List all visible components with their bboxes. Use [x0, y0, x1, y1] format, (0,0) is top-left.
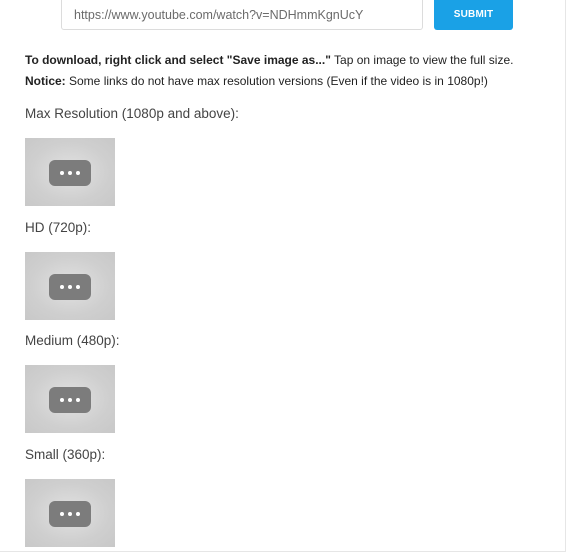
more-dots-icon — [49, 501, 91, 527]
thumbnail-small[interactable] — [25, 479, 115, 547]
notice-text: Some links do not have max resolution ve… — [65, 74, 488, 88]
youtube-url-input[interactable] — [61, 0, 423, 30]
section-title-hd: HD (720p): — [25, 220, 92, 235]
dot — [60, 285, 64, 289]
section-title-small: Small (360p): — [25, 447, 106, 462]
dot — [60, 171, 64, 175]
section-title-max-resolution: Max Resolution (1080p and above): — [25, 106, 239, 121]
instruction-bold: To download, right click and select "Sav… — [25, 53, 331, 67]
more-dots-icon — [49, 274, 91, 300]
submit-button[interactable]: SUBMIT — [434, 0, 513, 30]
dot — [60, 398, 64, 402]
thumbnail-max-resolution[interactable] — [25, 138, 115, 206]
dot — [68, 285, 72, 289]
thumbnail-medium[interactable] — [25, 365, 115, 433]
dot — [68, 512, 72, 516]
dot — [60, 512, 64, 516]
dot — [76, 285, 80, 289]
notice-label: Notice: — [25, 74, 66, 88]
more-dots-icon — [49, 387, 91, 413]
dot — [76, 171, 80, 175]
instruction-line-download: To download, right click and select "Sav… — [25, 50, 555, 71]
dot — [76, 512, 80, 516]
section-title-medium: Medium (480p): — [25, 333, 120, 348]
more-dots-icon — [49, 160, 91, 186]
dot — [76, 398, 80, 402]
instruction-text: Tap on image to view the full size. — [330, 53, 514, 67]
dot — [68, 398, 72, 402]
dot — [68, 171, 72, 175]
download-instructions: To download, right click and select "Sav… — [25, 50, 555, 92]
thumbnail-hd[interactable] — [25, 252, 115, 320]
instruction-line-notice: Notice: Some links do not have max resol… — [25, 71, 555, 92]
